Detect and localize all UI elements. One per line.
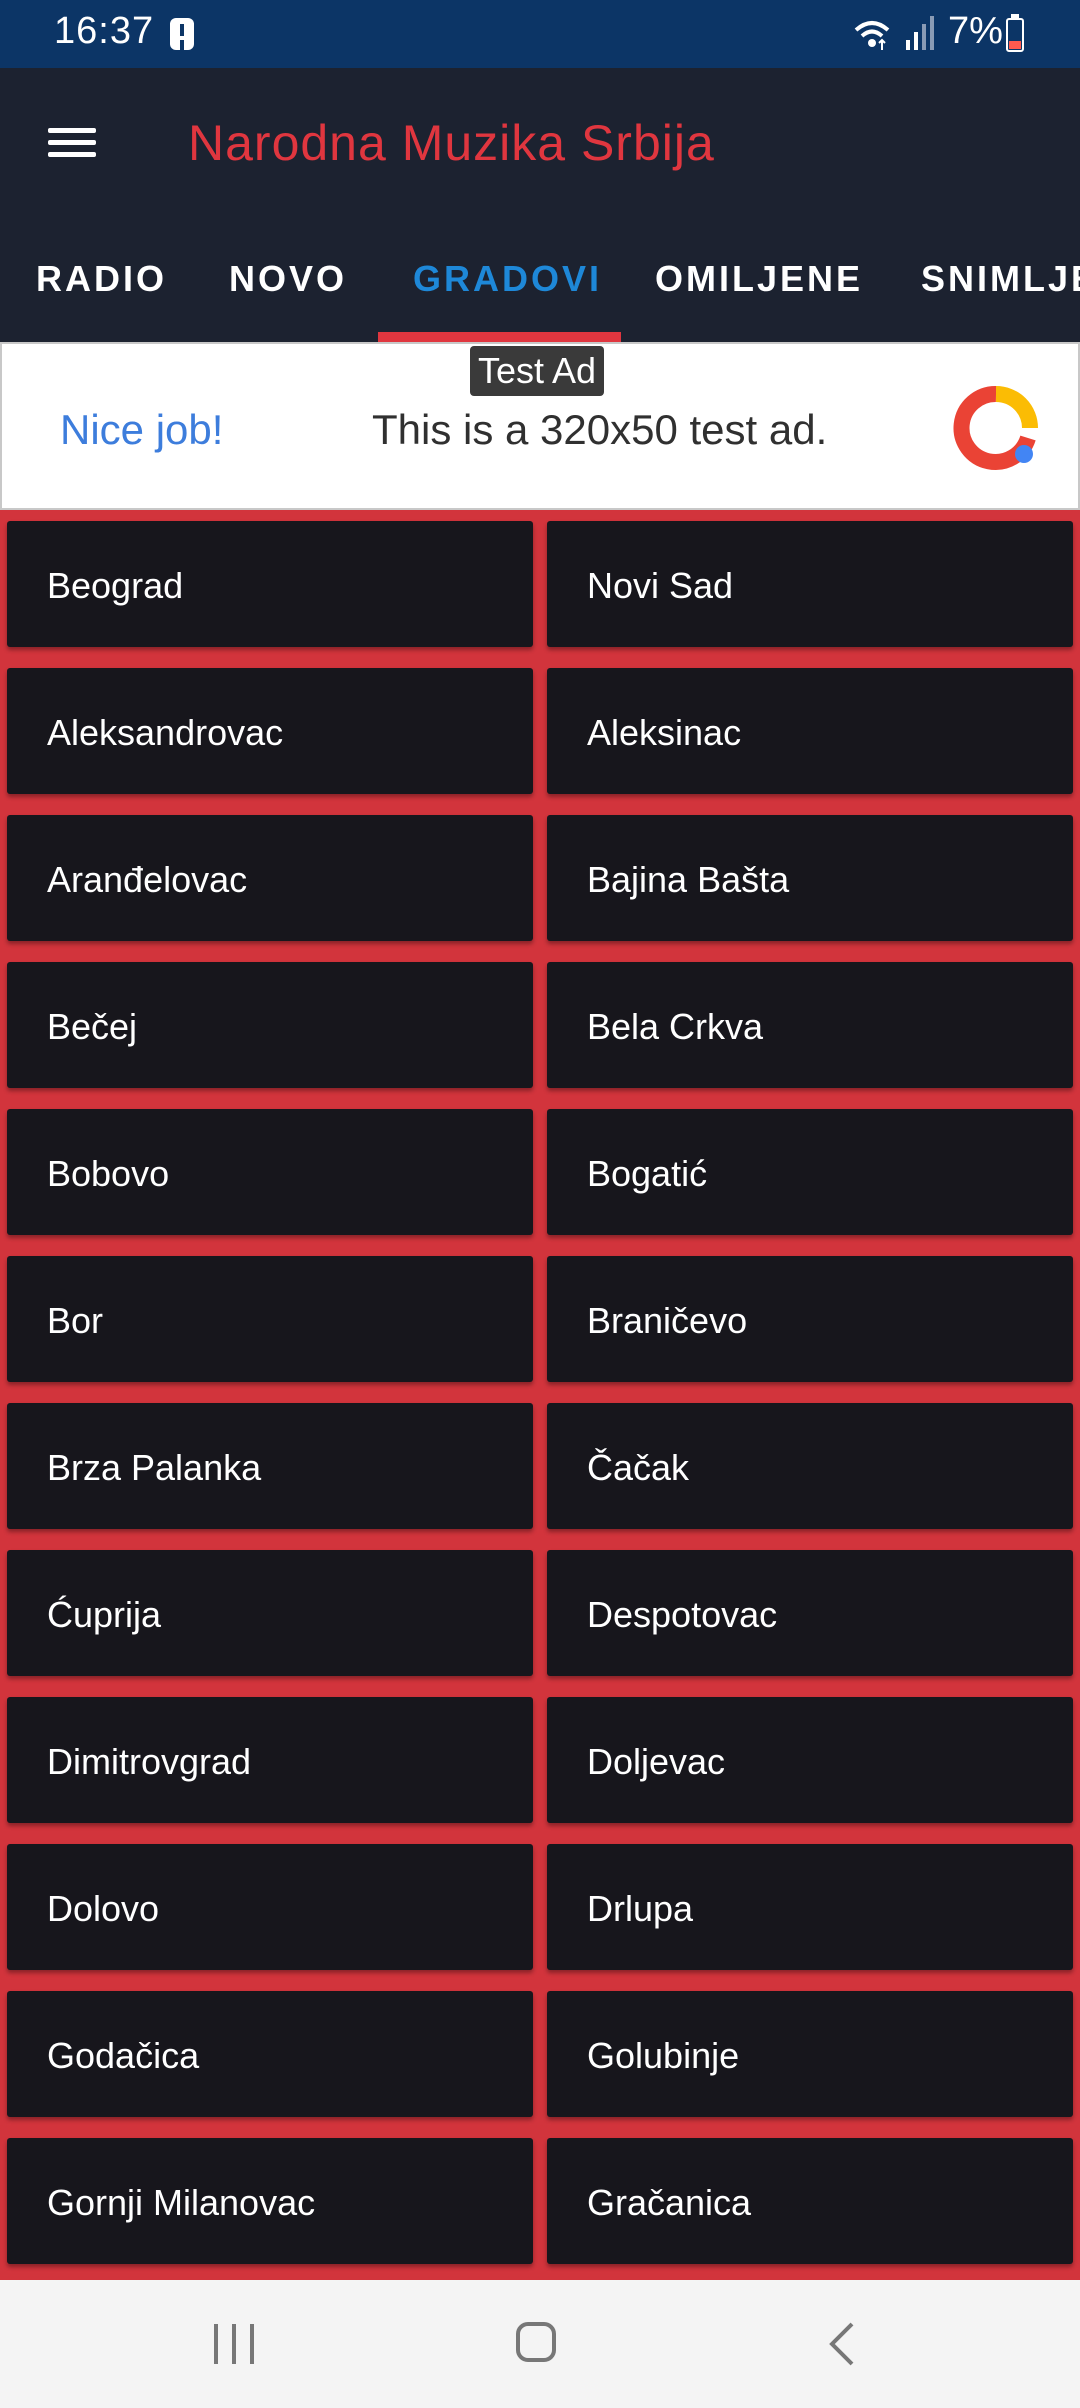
status-bar: 16:37 7% xyxy=(0,0,1080,68)
status-time: 16:37 xyxy=(54,10,155,52)
active-tab-indicator xyxy=(378,332,621,342)
tab-radio[interactable]: RADIO xyxy=(36,258,167,300)
ad-banner[interactable]: Test Ad Nice job! This is a 320x50 test … xyxy=(0,342,1080,510)
city-tile[interactable]: Aleksandrovac xyxy=(7,668,533,794)
app-bar: Narodna Muzika Srbija xyxy=(0,68,1080,218)
city-tile[interactable]: Gračanica xyxy=(547,2138,1073,2264)
tab-gradovi[interactable]: GRADOVI xyxy=(413,258,602,300)
city-tile[interactable]: Aranđelovac xyxy=(7,815,533,941)
city-label: Aranđelovac xyxy=(47,859,248,900)
city-label: Bobovo xyxy=(47,1153,170,1194)
city-tile[interactable]: Bela Crkva xyxy=(547,962,1073,1088)
tab-bar: RADIO NOVO GRADOVI OMILJENE SNIMLJE xyxy=(0,218,1080,342)
tab-snimljene[interactable]: SNIMLJE xyxy=(921,258,1080,300)
city-label: Gornji Milanovac xyxy=(47,2182,316,2223)
city-tile[interactable]: Doljevac xyxy=(547,1697,1073,1823)
city-label: Doljevac xyxy=(587,1741,726,1782)
city-label: Ćuprija xyxy=(47,1594,162,1635)
wifi-icon xyxy=(854,21,890,50)
city-tile[interactable]: Novi Sad xyxy=(547,521,1073,647)
city-label: Braničevo xyxy=(587,1300,748,1341)
ad-logo-icon xyxy=(953,385,1038,470)
city-tile[interactable]: Bajina Bašta xyxy=(547,815,1073,941)
city-label: Bajina Bašta xyxy=(587,859,790,900)
battery-percentage: 7% xyxy=(948,10,1003,52)
city-tile[interactable]: Braničevo xyxy=(547,1256,1073,1382)
city-label: Golubinje xyxy=(587,2035,740,2076)
city-tile[interactable]: Gornji Milanovac xyxy=(7,2138,533,2264)
city-tile[interactable]: Despotovac xyxy=(547,1550,1073,1676)
app-title: Narodna Muzika Srbija xyxy=(188,115,715,171)
battery-icon xyxy=(1006,14,1024,52)
tab-omiljene[interactable]: OMILJENE xyxy=(655,258,863,300)
city-label: Bogatić xyxy=(587,1153,708,1194)
tab-novo[interactable]: NOVO xyxy=(229,258,347,300)
city-tile[interactable]: Dimitrovgrad xyxy=(7,1697,533,1823)
city-tile[interactable]: Bobovo xyxy=(7,1109,533,1235)
recent-apps-icon[interactable] xyxy=(212,2324,256,2364)
city-label: Bečej xyxy=(47,1006,138,1047)
ad-body-text: This is a 320x50 test ad. xyxy=(372,406,828,453)
city-tile[interactable]: Brza Palanka xyxy=(7,1403,533,1529)
back-icon[interactable] xyxy=(822,2320,862,2368)
city-label: Bor xyxy=(47,1300,104,1341)
city-label: Despotovac xyxy=(587,1594,778,1635)
city-tile[interactable]: Čačak xyxy=(547,1403,1073,1529)
city-label: Aleksinac xyxy=(587,712,742,753)
city-tile[interactable]: Bečej xyxy=(7,962,533,1088)
city-tile[interactable]: Ćuprija xyxy=(7,1550,533,1676)
city-label: Dolovo xyxy=(47,1888,160,1929)
city-label: Novi Sad xyxy=(587,565,734,606)
city-label: Bela Crkva xyxy=(587,1006,764,1047)
city-tile[interactable]: Golubinje xyxy=(547,1991,1073,2117)
alert-icon xyxy=(170,18,194,50)
system-nav-bar xyxy=(0,2280,1080,2408)
city-label: Beograd xyxy=(47,565,184,606)
city-label: Brza Palanka xyxy=(47,1447,262,1488)
city-tile[interactable]: Bogatić xyxy=(547,1109,1073,1235)
city-tile[interactable]: Dolovo xyxy=(7,1844,533,1970)
city-label: Čačak xyxy=(587,1447,690,1488)
city-label: Drlupa xyxy=(587,1888,694,1929)
city-label: Gračanica xyxy=(587,2182,752,2223)
city-tile[interactable]: Aleksinac xyxy=(547,668,1073,794)
city-label: Godačica xyxy=(47,2035,200,2076)
signal-icon xyxy=(906,16,934,50)
city-tile[interactable]: Beograd xyxy=(7,521,533,647)
menu-icon[interactable] xyxy=(40,118,104,168)
test-ad-badge: Test Ad xyxy=(470,346,605,396)
city-tile[interactable]: Godačica xyxy=(7,1991,533,2117)
ad-headline: Nice job! xyxy=(60,406,224,453)
city-tile[interactable]: Drlupa xyxy=(547,1844,1073,1970)
city-label: Aleksandrovac xyxy=(47,712,284,753)
home-icon[interactable] xyxy=(516,2322,556,2362)
city-label: Dimitrovgrad xyxy=(47,1741,252,1782)
city-tile[interactable]: Bor xyxy=(7,1256,533,1382)
